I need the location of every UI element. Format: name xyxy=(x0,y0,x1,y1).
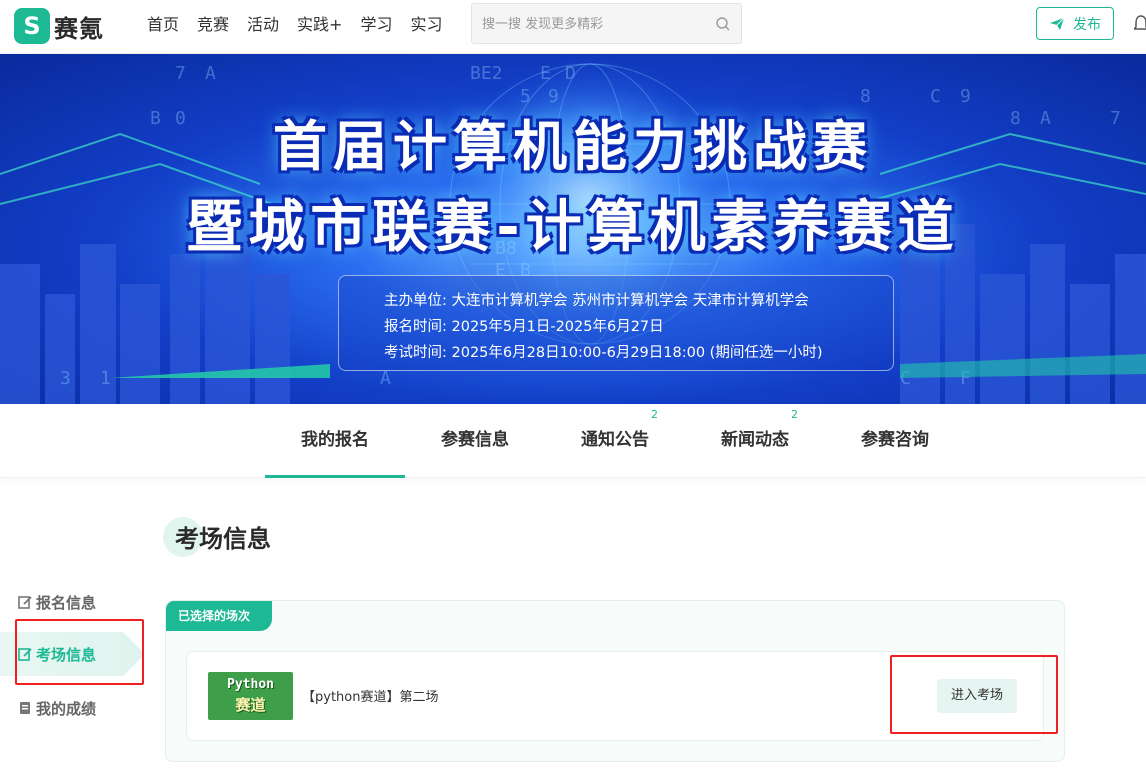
session-item: Python 赛道 【python赛道】第二场 进入考场 xyxy=(186,651,1044,741)
nav-item-internship[interactable]: 实习 xyxy=(410,14,442,36)
tab-badge: 2 xyxy=(651,408,658,421)
tab-notices[interactable]: 通知公告 2 xyxy=(545,404,685,478)
logo-mark: S xyxy=(14,8,50,44)
tab-label: 通知公告 xyxy=(581,430,649,450)
nav-item-learning[interactable]: 学习 xyxy=(360,14,392,36)
exam-icon xyxy=(18,648,32,661)
side-item-label: 报名信息 xyxy=(36,593,97,612)
tab-consult[interactable]: 参赛咨询 xyxy=(825,404,965,478)
search-input[interactable] xyxy=(482,14,702,34)
edit-icon xyxy=(18,596,32,609)
contest-info-box: 主办单位: 大连市计算机学会 苏州市计算机学会 天津市计算机学会 报名时间: 2… xyxy=(338,275,894,371)
publish-button[interactable]: 发布 xyxy=(1036,7,1114,40)
nav-item-home[interactable]: 首页 xyxy=(147,14,179,36)
side-item-label: 考场信息 xyxy=(36,645,97,664)
organizer-text: 主办单位: 大连市计算机学会 苏州市计算机学会 天津市计算机学会 xyxy=(384,293,809,309)
svg-text:A: A xyxy=(205,63,216,84)
contest-tabs: 我的报名 参赛信息 通知公告 2 新闻动态 2 参赛咨询 xyxy=(0,404,1146,478)
score-icon xyxy=(20,702,30,714)
publish-label: 发布 xyxy=(1073,16,1101,33)
banner-title-line-1: 首届计算机能力挑战赛 xyxy=(273,115,873,178)
banner-title-line-2: 暨城市联赛-计算机素养赛道 xyxy=(186,195,960,260)
send-icon xyxy=(1050,17,1065,30)
svg-text:A: A xyxy=(380,368,391,389)
tab-news[interactable]: 新闻动态 2 xyxy=(685,404,825,478)
top-header: S 赛氪 首页 竞赛 活动 实践+ 学习 实习 发布 xyxy=(0,0,1146,54)
site-logo[interactable]: S 赛氪 xyxy=(14,8,104,44)
nav-item-competition[interactable]: 竞赛 xyxy=(197,14,229,36)
search-icon[interactable] xyxy=(715,16,731,32)
tab-label: 参赛咨询 xyxy=(861,430,929,450)
svg-text:E: E xyxy=(540,63,551,84)
main-nav: 首页 竞赛 活动 实践+ 学习 实习 xyxy=(147,14,461,36)
search-box xyxy=(471,3,742,44)
nav-item-activity[interactable]: 活动 xyxy=(247,14,279,36)
bell-icon[interactable] xyxy=(1134,14,1146,34)
side-item-exam-info[interactable]: 考场信息 xyxy=(0,632,145,676)
tab-label: 参赛信息 xyxy=(441,430,509,450)
selected-session-card: 已选择的场次 Python 赛道 【python赛道】第二场 进入考场 xyxy=(165,600,1065,762)
thumbnail-subtext: 赛道 xyxy=(235,696,266,714)
side-item-registration-info[interactable]: 报名信息 xyxy=(0,580,145,624)
side-item-label: 我的成绩 xyxy=(36,699,97,718)
svg-text:BE2: BE2 xyxy=(470,63,503,84)
contest-banner: 7 A BE2 E D 598C9 B08A7 B8 E B 31ACF 首届计算机能力挑战… xyxy=(0,54,1146,404)
session-thumbnail: Python 赛道 xyxy=(208,672,293,720)
svg-text:3: 3 xyxy=(60,368,71,389)
registration-time-text: 报名时间: 2025年5月1日-2025年6月27日 xyxy=(384,319,664,335)
nav-item-practice[interactable]: 实践+ xyxy=(297,14,342,36)
tab-my-registration[interactable]: 我的报名 xyxy=(265,404,405,478)
svg-text:1: 1 xyxy=(100,368,111,389)
svg-text:D: D xyxy=(565,63,576,84)
exam-time-text: 考试时间: 2025年6月28日10:00-6月29日18:00 (期间任选一小… xyxy=(384,345,823,361)
session-name: 【python赛道】第二场 xyxy=(302,690,439,705)
page-title: 考场信息 xyxy=(175,525,271,553)
tab-label: 新闻动态 xyxy=(721,430,789,450)
tab-label: 我的报名 xyxy=(301,430,369,450)
side-item-my-score[interactable]: 我的成绩 xyxy=(0,686,145,730)
selected-session-tag: 已选择的场次 xyxy=(166,601,273,631)
logo-text: 赛氪 xyxy=(54,14,104,43)
tab-contest-info[interactable]: 参赛信息 xyxy=(405,404,545,478)
svg-text:7: 7 xyxy=(175,63,186,84)
tab-badge: 2 xyxy=(791,408,798,421)
thumbnail-text: Python xyxy=(227,677,274,692)
enter-exam-button[interactable]: 进入考场 xyxy=(937,679,1017,713)
